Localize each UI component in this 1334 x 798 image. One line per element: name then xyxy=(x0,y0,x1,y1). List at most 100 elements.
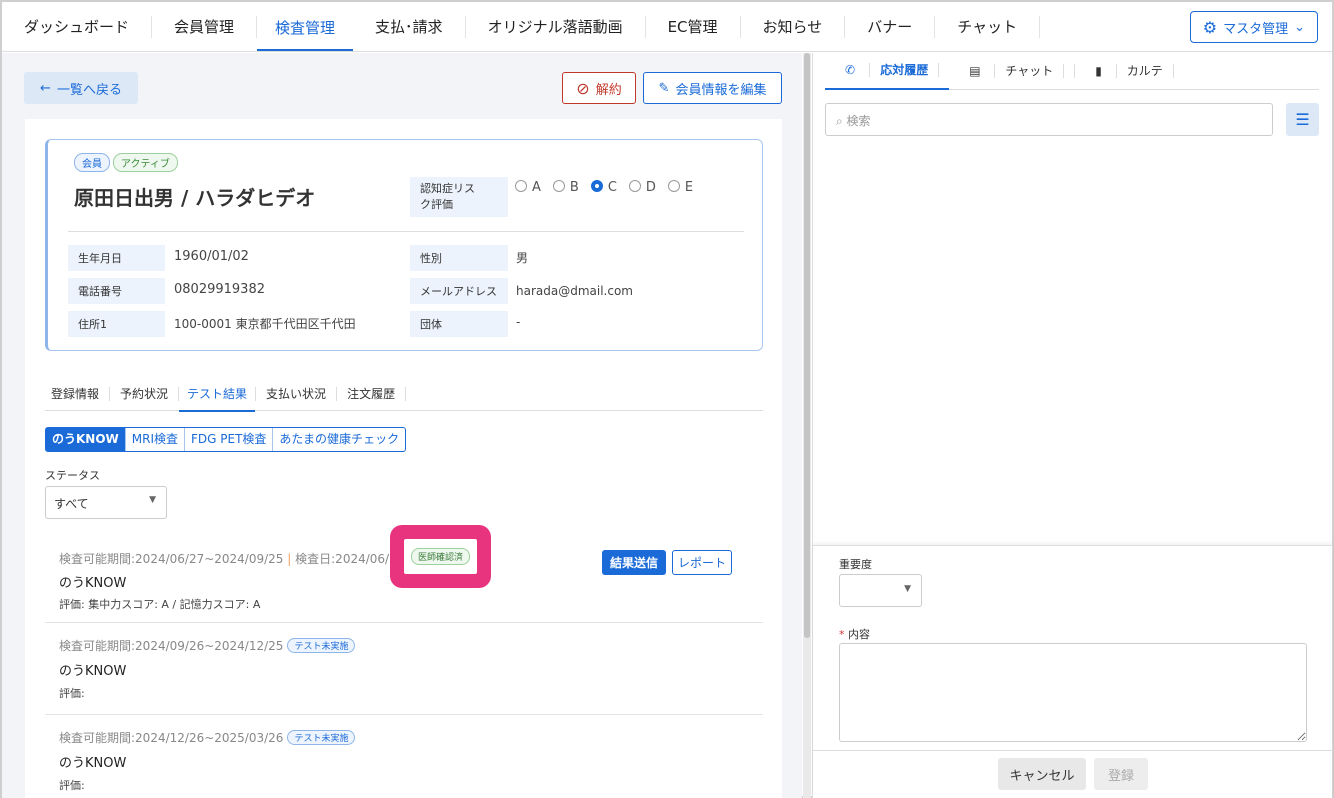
nav-banner[interactable]: バナー xyxy=(845,16,935,38)
send-result-button[interactable]: 結果送信 xyxy=(602,550,666,575)
risk-radio-b[interactable]: B xyxy=(553,180,579,195)
entry-form: 重要度 ▼ * 内容 キャンセル 登録 xyxy=(813,545,1333,798)
tab-registration[interactable]: 登録情報 xyxy=(45,387,110,401)
radio-label: D xyxy=(646,180,656,195)
risk-radio-a[interactable]: A xyxy=(515,180,541,195)
back-label: 一覧へ戻る xyxy=(57,79,122,98)
record-eval: 評価: xyxy=(59,685,85,701)
tab-reservations[interactable]: 予約状況 xyxy=(110,387,179,401)
status-badge: テスト未実施 xyxy=(287,730,355,745)
search-icon: ⌕ xyxy=(836,114,847,128)
doctor-confirmed-badge: 医師確認済 xyxy=(411,548,470,565)
content-label-row: * 内容 xyxy=(839,626,870,642)
filter-settings-button[interactable]: ☰ xyxy=(1286,103,1319,136)
nav-tests[interactable]: 検査管理 xyxy=(257,3,353,51)
tab-orders[interactable]: 注文履歴 xyxy=(337,387,406,401)
history-panel: ✆ 応対履歴 ▤ チャット ▮ カルテ ⌕ 検索 ☰ 重要度 ▼ * 内容 キャ… xyxy=(812,53,1332,798)
cancel-button[interactable]: キャンセル xyxy=(998,758,1086,790)
test-type-mri[interactable]: MRI検査 xyxy=(126,428,185,451)
test-type-brain-check[interactable]: あたまの健康チェック xyxy=(273,428,405,451)
cancel-contract-label: 解約 xyxy=(596,79,622,98)
radio-circle xyxy=(515,180,527,192)
gear-icon: ⚙ xyxy=(1203,18,1217,37)
nav-dashboard[interactable]: ダッシュボード xyxy=(2,16,152,38)
detail-tabs: 登録情報 予約状況 テスト結果 支払い状況 注文履歴 xyxy=(45,377,763,411)
top-nav: ダッシュボード 会員管理 検査管理 支払･請求 オリジナル落語動画 EC管理 お… xyxy=(2,2,1332,52)
sliders-icon: ☰ xyxy=(1295,110,1309,129)
phone-value: 08029919382 xyxy=(174,282,265,297)
nav-news[interactable]: お知らせ xyxy=(741,16,846,38)
status-filter-value: すべて xyxy=(54,497,89,511)
radio-circle xyxy=(591,180,603,192)
tab-label: 応対履歴 xyxy=(870,63,939,77)
email-value: harada@dmail.com xyxy=(516,284,633,298)
member-detail-panel: ←一覧へ戻る ⊘解約 ✎会員情報を編集 会員アクティブ 原田日出男 / ハラダヒ… xyxy=(2,53,802,798)
gender-value: 男 xyxy=(516,249,528,266)
prohibit-icon: ⊘ xyxy=(576,79,589,98)
edit-member-button[interactable]: ✎ 会員情報を編集 xyxy=(643,72,782,104)
risk-radio-c[interactable]: C xyxy=(591,180,617,195)
tab-label: カルテ xyxy=(1117,64,1174,78)
radio-label: B xyxy=(570,180,579,195)
record-eval: 評価: 集中力スコア: A / 記憶力スコア: A xyxy=(59,596,260,612)
tab-test-results[interactable]: テスト結果 xyxy=(179,378,255,412)
birth-label: 生年月日 xyxy=(68,245,165,271)
risk-label: 認知症リスク評価 xyxy=(410,177,508,217)
submit-button[interactable]: 登録 xyxy=(1094,758,1148,790)
tab-chat[interactable]: ▤ チャット xyxy=(949,64,1075,78)
search-placeholder: 検索 xyxy=(847,114,871,128)
radio-circle xyxy=(668,180,680,192)
nav-videos[interactable]: オリジナル落語動画 xyxy=(466,16,646,38)
phone-label: 電話番号 xyxy=(68,278,165,304)
master-menu-button[interactable]: ⚙マスタ管理⌄ xyxy=(1190,11,1318,43)
test-type-nouknow[interactable]: のうKNOW xyxy=(46,428,126,451)
record-date: 検査日:2024/06/ xyxy=(295,552,389,566)
test-record: 検査可能期間:2024/12/26~2025/03/26テスト未実施 のうKNO… xyxy=(45,715,763,798)
address-value: 100-0001 東京都千代田区千代田 xyxy=(174,315,356,332)
importance-select[interactable]: ▼ xyxy=(839,574,922,607)
cancel-contract-button[interactable]: ⊘ 解約 xyxy=(562,72,636,104)
divider xyxy=(813,750,1333,751)
group-label: 団体 xyxy=(410,311,508,337)
nav-ec[interactable]: EC管理 xyxy=(646,16,741,38)
tab-chart[interactable]: ▮ カルテ xyxy=(1075,64,1183,78)
scrollbar[interactable] xyxy=(803,53,811,798)
divider xyxy=(68,231,744,232)
phone-icon: ✆ xyxy=(835,63,870,77)
radio-label: C xyxy=(608,180,617,195)
content-area: 会員アクティブ 原田日出男 / ハラダヒデオ 認知症リスク評価 ABCDE 生年… xyxy=(25,119,782,798)
pencil-icon: ✎ xyxy=(659,81,670,96)
report-button[interactable]: レポート xyxy=(672,550,732,575)
test-type-fdg-pet[interactable]: FDG PET検査 xyxy=(185,428,273,451)
tab-label: チャット xyxy=(995,64,1064,78)
record-name: のうKNOW xyxy=(59,660,126,679)
chevron-down-icon: ⌄ xyxy=(1294,20,1305,35)
record-period: 検査可能期間:2024/12/26~2025/03/26 xyxy=(59,731,283,745)
active-tag: アクティブ xyxy=(113,153,178,172)
email-label: メールアドレス xyxy=(410,278,508,304)
member-tag: 会員 xyxy=(74,153,110,172)
member-card: 会員アクティブ 原田日出男 / ハラダヒデオ 認知症リスク評価 ABCDE 生年… xyxy=(45,139,763,351)
status-filter-label: ステータス xyxy=(45,467,100,483)
history-tabs: ✆ 応対履歴 ▤ チャット ▮ カルテ xyxy=(825,53,1319,90)
nav-chat[interactable]: チャット xyxy=(935,16,1040,38)
content-textarea[interactable] xyxy=(839,643,1307,742)
chat-icon: ▤ xyxy=(959,64,995,78)
caret-down-icon: ▼ xyxy=(904,584,911,594)
status-badge: テスト未実施 xyxy=(287,638,355,653)
radio-label: E xyxy=(685,180,693,195)
nav-members[interactable]: 会員管理 xyxy=(152,16,257,38)
tab-payments[interactable]: 支払い状況 xyxy=(255,387,337,401)
address-label: 住所1 xyxy=(68,311,165,337)
status-filter-select[interactable]: すべて▼ xyxy=(45,486,167,519)
risk-radio-e[interactable]: E xyxy=(668,180,693,195)
search-input[interactable]: ⌕ 検索 xyxy=(825,103,1273,136)
nav-billing[interactable]: 支払･請求 xyxy=(353,16,466,38)
risk-radio-d[interactable]: D xyxy=(629,180,656,195)
radio-circle xyxy=(629,180,641,192)
radio-label: A xyxy=(532,180,541,195)
back-button[interactable]: ←一覧へ戻る xyxy=(24,72,138,104)
edit-label: 会員情報を編集 xyxy=(675,79,766,98)
tab-contact-history[interactable]: ✆ 応対履歴 xyxy=(825,53,949,90)
radio-circle xyxy=(553,180,565,192)
